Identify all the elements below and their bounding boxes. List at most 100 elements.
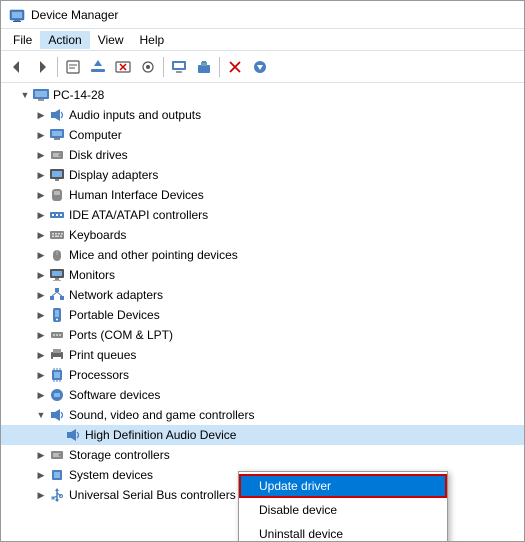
sound-expand[interactable]: ▼ — [33, 407, 49, 423]
computer-device-icon — [49, 127, 65, 143]
tree-item-mice[interactable]: ▶ Mice and other pointing devices — [1, 245, 524, 265]
ports-expand[interactable]: ▶ — [33, 327, 49, 343]
root-label: PC-14-28 — [53, 88, 104, 102]
menu-action[interactable]: Action — [40, 31, 89, 49]
display-label: Display adapters — [69, 168, 158, 182]
tree-item-hda[interactable]: ▶ High Definition Audio Device — [1, 425, 524, 445]
display-expand[interactable]: ▶ — [33, 167, 49, 183]
hda-icon — [65, 427, 81, 443]
device-manager-window: Device Manager File Action View Help — [0, 0, 525, 542]
mice-expand[interactable]: ▶ — [33, 247, 49, 263]
network-label: Network adapters — [69, 288, 163, 302]
forward-button[interactable] — [30, 55, 54, 79]
update-driver-button[interactable] — [86, 55, 110, 79]
network-icon — [49, 287, 65, 303]
print-label: Print queues — [69, 348, 136, 362]
processors-label: Processors — [69, 368, 129, 382]
ide-icon — [49, 207, 65, 223]
remove-button[interactable] — [223, 55, 247, 79]
sound-label: Sound, video and game controllers — [69, 408, 254, 422]
processors-icon — [49, 367, 65, 383]
tree-item-hid[interactable]: ▶ Human Interface Devices — [1, 185, 524, 205]
ports-icon — [49, 327, 65, 343]
disk-expand[interactable]: ▶ — [33, 147, 49, 163]
ide-expand[interactable]: ▶ — [33, 207, 49, 223]
tree-item-portable[interactable]: ▶ Portable Devices — [1, 305, 524, 325]
hid-label: Human Interface Devices — [69, 188, 204, 202]
context-menu-update-driver[interactable]: Update driver — [239, 474, 447, 498]
tree-item-print[interactable]: ▶ Print queues — [1, 345, 524, 365]
audio-icon — [49, 107, 65, 123]
hid-expand[interactable]: ▶ — [33, 187, 49, 203]
usb-expand[interactable]: ▶ — [33, 487, 49, 503]
mice-icon — [49, 247, 65, 263]
ports-label: Ports (COM & LPT) — [69, 328, 173, 342]
root-expand[interactable]: ▼ — [17, 87, 33, 103]
tree-item-ports[interactable]: ▶ Ports (COM & LPT) — [1, 325, 524, 345]
tree-item-software[interactable]: ▶ Software devices — [1, 385, 524, 405]
uninstall-device-label: Uninstall device — [259, 527, 343, 541]
display-icon — [49, 167, 65, 183]
tree-item-monitors[interactable]: ▶ Monitors — [1, 265, 524, 285]
context-menu: Update driver Disable device Uninstall d… — [238, 471, 448, 541]
storage-icon — [49, 447, 65, 463]
portable-expand[interactable]: ▶ — [33, 307, 49, 323]
computer-icon-btn[interactable] — [167, 55, 191, 79]
software-expand[interactable]: ▶ — [33, 387, 49, 403]
usb-label: Universal Serial Bus controllers — [69, 488, 236, 502]
system-icon — [49, 467, 65, 483]
menu-file[interactable]: File — [5, 31, 40, 49]
tree-item-processors[interactable]: ▶ Processors — [1, 365, 524, 385]
monitors-icon — [49, 267, 65, 283]
tree-item-computer[interactable]: ▶ Computer — [1, 125, 524, 145]
tree-item-sound[interactable]: ▼ Sound, video and game controllers — [1, 405, 524, 425]
disk-icon — [49, 147, 65, 163]
disk-label: Disk drives — [69, 148, 128, 162]
processors-expand[interactable]: ▶ — [33, 367, 49, 383]
computer-icon — [33, 87, 49, 103]
computer-expand[interactable]: ▶ — [33, 127, 49, 143]
menu-view[interactable]: View — [90, 31, 132, 49]
network-expand[interactable]: ▶ — [33, 287, 49, 303]
tree-item-disk[interactable]: ▶ Disk drives — [1, 145, 524, 165]
print-expand[interactable]: ▶ — [33, 347, 49, 363]
context-menu-uninstall-device[interactable]: Uninstall device — [239, 522, 447, 541]
tree-item-ide[interactable]: ▶ IDE ATA/ATAPI controllers — [1, 205, 524, 225]
keyboards-expand[interactable]: ▶ — [33, 227, 49, 243]
software-icon — [49, 387, 65, 403]
back-button[interactable] — [5, 55, 29, 79]
scan-button[interactable] — [136, 55, 160, 79]
computer-label: Computer — [69, 128, 122, 142]
keyboards-label: Keyboards — [69, 228, 126, 242]
storage-expand[interactable]: ▶ — [33, 447, 49, 463]
print-icon — [49, 347, 65, 363]
tree-item-network[interactable]: ▶ Network adapters — [1, 285, 524, 305]
down-button[interactable] — [248, 55, 272, 79]
tree-item-display[interactable]: ▶ Display adapters — [1, 165, 524, 185]
window-title: Device Manager — [31, 8, 118, 22]
usb-icon — [49, 487, 65, 503]
monitors-expand[interactable]: ▶ — [33, 267, 49, 283]
tree-item-audio[interactable]: ▶ Audio inputs and outputs — [1, 105, 524, 125]
hda-label: High Definition Audio Device — [85, 428, 236, 442]
audio-label: Audio inputs and outputs — [69, 108, 201, 122]
add-legacy-button[interactable] — [192, 55, 216, 79]
sound-icon — [49, 407, 65, 423]
keyboard-icon — [49, 227, 65, 243]
toolbar-sep-3 — [219, 57, 220, 77]
mice-label: Mice and other pointing devices — [69, 248, 238, 262]
menu-help[interactable]: Help — [132, 31, 173, 49]
uninstall-button[interactable] — [111, 55, 135, 79]
tree-root[interactable]: ▼ PC-14-28 — [1, 85, 524, 105]
system-label: System devices — [69, 468, 153, 482]
storage-label: Storage controllers — [69, 448, 170, 462]
disable-device-label: Disable device — [259, 503, 337, 517]
system-expand[interactable]: ▶ — [33, 467, 49, 483]
tree-item-storage[interactable]: ▶ Storage controllers — [1, 445, 524, 465]
audio-expand[interactable]: ▶ — [33, 107, 49, 123]
title-bar: Device Manager — [1, 1, 524, 29]
context-menu-disable-device[interactable]: Disable device — [239, 498, 447, 522]
tree-item-keyboards[interactable]: ▶ Keyboards — [1, 225, 524, 245]
properties-button[interactable] — [61, 55, 85, 79]
hid-icon — [49, 187, 65, 203]
